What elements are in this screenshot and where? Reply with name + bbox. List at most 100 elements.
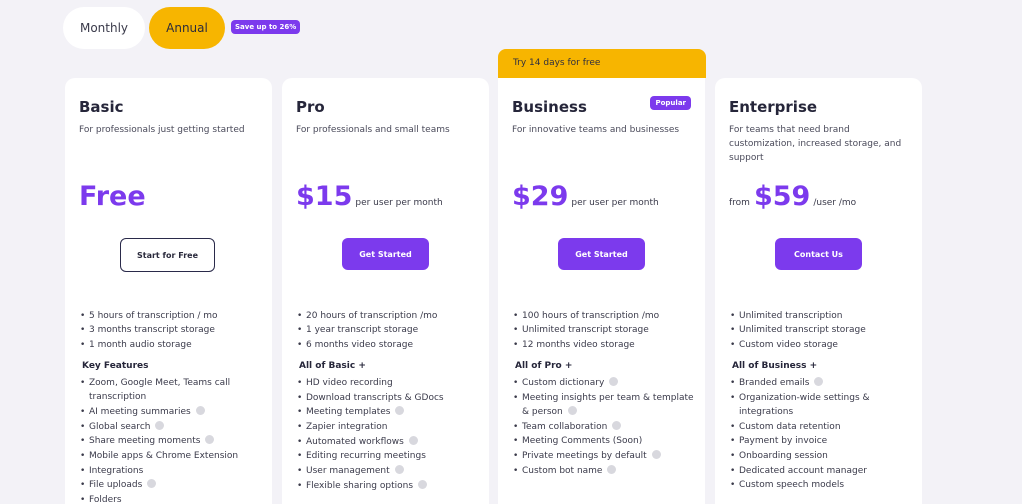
feature-item: Meeting insights per team & template & p… — [512, 391, 697, 420]
basic-item: Unlimited transcription — [729, 309, 866, 324]
feature-item: Zapier integration — [296, 420, 481, 435]
basic-item: 5 hours of transcription / mo — [79, 309, 218, 324]
feature-text: Integrations — [89, 465, 144, 476]
info-icon[interactable] — [155, 420, 165, 430]
feature-item: Flexible sharing options — [296, 479, 481, 493]
basics-list: 5 hours of transcription / mo3 months tr… — [79, 309, 218, 352]
monthly-toggle-button[interactable]: Monthly — [63, 7, 145, 49]
basics-list: 100 hours of transcription /moUnlimited … — [512, 309, 659, 352]
info-icon[interactable] — [814, 377, 824, 386]
plan-price: $59 — [753, 181, 811, 212]
feature-item: Meeting templates — [296, 405, 481, 420]
info-icon[interactable] — [612, 420, 622, 430]
plan-card-enterprise: Enterprise For teams that need brand cus… — [715, 78, 922, 504]
price-row: Free — [79, 181, 146, 212]
basic-item: 12 months video storage — [512, 338, 659, 353]
feature-text: Custom speech models — [739, 480, 845, 491]
price-suffix: per user per month — [355, 198, 443, 208]
feature-item: Organization-wide settings & integration… — [729, 391, 914, 420]
features-title: All of Pro + — [515, 361, 573, 371]
feature-item: File uploads — [79, 478, 264, 493]
feature-item: Mobile apps & Chrome Extension — [79, 449, 264, 464]
info-icon[interactable] — [607, 464, 617, 474]
plan-description: For professionals just getting started — [79, 125, 245, 135]
price-suffix: per user per month — [571, 198, 659, 208]
annual-toggle-button[interactable]: Annual — [149, 7, 225, 49]
plan-name: Business — [512, 98, 587, 116]
feature-text: Private meetings by default — [522, 451, 647, 462]
basic-item: 100 hours of transcription /mo — [512, 309, 659, 324]
feature-item: Folders — [79, 493, 264, 504]
feature-text: File uploads — [89, 480, 143, 491]
billing-toggle: Monthly Annual Save up to 26% — [63, 7, 301, 49]
info-icon[interactable] — [394, 465, 404, 475]
info-icon[interactable] — [395, 406, 405, 416]
get-started-button[interactable]: Get Started — [558, 238, 645, 270]
plan-card-pro: Pro For professionals and small teams $1… — [282, 78, 489, 504]
trial-banner: Try 14 days for free — [498, 49, 706, 78]
feature-text: Download transcripts & GDocs — [306, 392, 444, 403]
feature-item: Onboarding session — [729, 449, 914, 464]
price-row: $29 per user per month — [512, 181, 659, 212]
info-icon[interactable] — [418, 479, 428, 489]
feature-item: Custom bot name — [512, 464, 697, 478]
basic-item: Unlimited transcript storage — [729, 323, 866, 338]
feature-text: Custom data retention — [739, 421, 841, 432]
features-title: All of Business + — [732, 361, 818, 371]
popular-badge: Popular — [650, 96, 691, 110]
feature-text: Zoom, Google Meet, Teams call transcript… — [89, 378, 231, 403]
price-suffix: /user /mo — [813, 198, 857, 208]
plan-card-basic: Basic For professionals just getting sta… — [65, 78, 272, 504]
feature-text: HD video recording — [306, 378, 393, 388]
feature-item: Dedicated account manager — [729, 464, 914, 479]
feature-text: Custom bot name — [522, 465, 603, 476]
feature-text: Dedicated account manager — [739, 465, 867, 476]
basic-item: Unlimited transcript storage — [512, 323, 659, 338]
feature-item: Custom speech models — [729, 478, 914, 493]
info-icon[interactable] — [195, 405, 205, 415]
feature-text: Custom dictionary — [522, 378, 605, 388]
info-icon[interactable] — [205, 435, 215, 445]
features-list: Custom dictionary Meeting insights per te… — [512, 376, 697, 478]
info-icon[interactable] — [567, 405, 577, 415]
feature-item: Editing recurring meetings — [296, 449, 481, 464]
feature-text: Meeting insights per team & template & p… — [522, 392, 694, 417]
features-list: Branded emails Organization-wide settings… — [729, 376, 914, 493]
feature-text: Zapier integration — [306, 422, 388, 433]
get-started-button[interactable]: Get Started — [342, 238, 429, 270]
feature-text: Flexible sharing options — [306, 480, 414, 491]
info-icon[interactable] — [651, 450, 661, 460]
feature-item: Custom data retention — [729, 420, 914, 435]
info-icon[interactable] — [408, 435, 418, 445]
info-icon[interactable] — [609, 377, 619, 386]
feature-text: Folders — [89, 495, 122, 504]
basic-item: 1 year transcript storage — [296, 323, 437, 338]
feature-text: Editing recurring meetings — [306, 451, 426, 462]
basic-item: 1 month audio storage — [79, 338, 218, 353]
price-prefix: from — [729, 198, 750, 208]
feature-item: Download transcripts & GDocs — [296, 391, 481, 406]
feature-text: Meeting Comments (Soon) — [522, 436, 643, 447]
contact-us-button[interactable]: Contact Us — [775, 238, 862, 270]
info-icon[interactable] — [147, 479, 157, 489]
feature-item: Private meetings by default — [512, 449, 697, 464]
feature-item: Share meeting moments — [79, 434, 264, 449]
plan-card-business: Business Popular For innovative teams an… — [498, 78, 705, 504]
features-title: All of Basic + — [299, 361, 366, 371]
feature-text: Automated workflows — [306, 436, 404, 447]
feature-text: User management — [306, 466, 390, 477]
feature-item: Meeting Comments (Soon) — [512, 434, 697, 449]
feature-text: Mobile apps & Chrome Extension — [89, 451, 239, 462]
feature-item: Team collaboration — [512, 420, 697, 434]
plan-description: For professionals and small teams — [296, 125, 450, 135]
feature-item: Branded emails — [729, 376, 914, 391]
plan-price: Free — [79, 181, 146, 212]
plan-price: $15 — [296, 181, 353, 212]
feature-item: AI meeting summaries — [79, 405, 264, 420]
plan-description: For innovative teams and businesses — [512, 125, 680, 135]
feature-item: User management — [296, 464, 481, 479]
feature-item: HD video recording — [296, 376, 481, 391]
feature-item: Payment by invoice — [729, 434, 914, 449]
basic-item: 20 hours of transcription /mo — [296, 309, 437, 324]
start-for-free-button[interactable]: Start for Free — [120, 238, 215, 272]
